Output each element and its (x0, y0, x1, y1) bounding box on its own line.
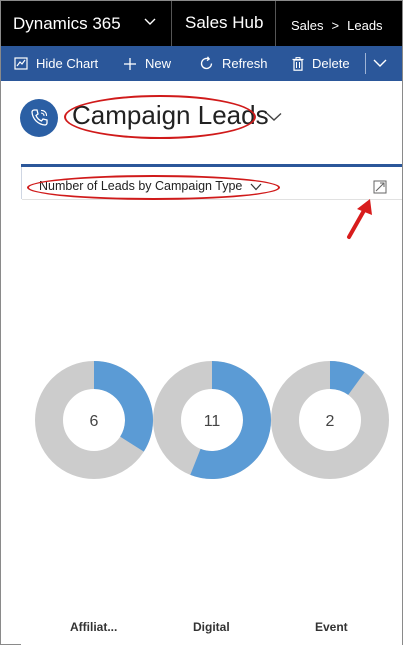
donut-1[interactable]: 11 (153, 361, 271, 479)
donut-center-value: 11 (204, 413, 221, 430)
donut-2[interactable]: 2 (271, 361, 389, 479)
donut-value-segment[interactable] (93, 361, 153, 452)
donut-center-value: 2 (326, 413, 335, 430)
donut-chart: 6 11 2 (35, 361, 389, 479)
donut-0[interactable]: 6 (35, 361, 153, 479)
category-label: Digital (193, 620, 230, 634)
donut-center-value: 6 (90, 413, 99, 430)
category-label: Affiliat... (70, 620, 118, 634)
category-label: Event (315, 620, 348, 634)
donut-value-segment[interactable] (329, 361, 365, 396)
